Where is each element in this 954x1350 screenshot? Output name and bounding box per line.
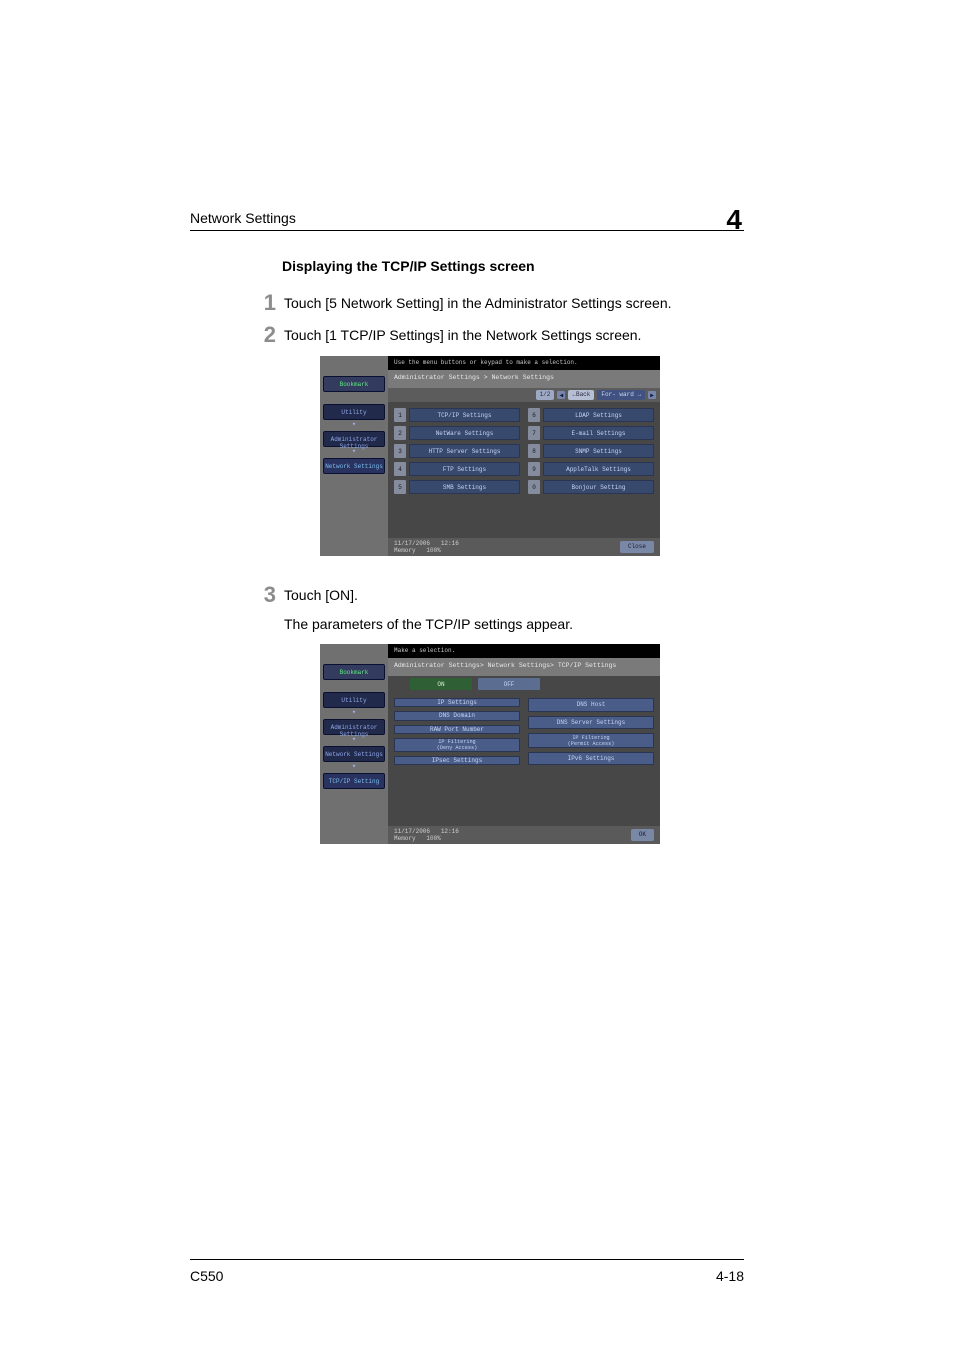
page-indicator: 1/2 — [536, 390, 555, 400]
status-memory-label: Memory — [394, 835, 416, 842]
chevron-down-icon: ▾ — [323, 737, 385, 744]
footer-page-number: 4-18 — [716, 1268, 744, 1284]
step-1-number: 1 — [240, 292, 284, 314]
m1-right-1-button[interactable]: E-mail Settings — [543, 426, 654, 440]
bookmark-tab[interactable]: Bookmark — [323, 664, 385, 680]
m2-right-3-button[interactable]: IPv6 Settings — [528, 752, 654, 766]
sidebar-network-settings[interactable]: Network Settings — [323, 746, 385, 762]
step-3-number: 3 — [240, 584, 284, 606]
chevron-down-icon: ▾ — [323, 710, 385, 717]
status-bar: 11/17/2006 12:16 Memory 100% OK — [388, 826, 660, 844]
m1-left-3-button[interactable]: FTP Settings — [409, 462, 520, 476]
next-page-icon[interactable]: ▶ — [648, 391, 656, 399]
m1-right-3-number: 9 — [528, 462, 540, 476]
m1-right-3-button[interactable]: AppleTalk Settings — [543, 462, 654, 476]
tcpip-settings-screen: Bookmark Utility ▾ Administrator Setting… — [320, 644, 660, 844]
bookmark-tab[interactable]: Bookmark — [323, 376, 385, 392]
status-date: 11/17/2006 — [394, 540, 430, 547]
step-3-subtext: The parameters of the TCP/IP settings ap… — [284, 616, 744, 632]
toggle-bar: ON OFF — [388, 676, 660, 692]
step-2-number: 2 — [240, 324, 284, 346]
chapter-number: 4 — [726, 204, 742, 236]
breadcrumb: Administrator Settings> Network Settings… — [388, 658, 660, 676]
options-area: IP Settings DNS Domain RAW Port Number IP F… — [388, 692, 660, 826]
m1-right-4-button[interactable]: Bonjour Setting — [543, 480, 654, 494]
chevron-down-icon: ▾ — [323, 422, 385, 429]
m1-left-2-button[interactable]: HTTP Server Settings — [409, 444, 520, 458]
header-rule — [190, 230, 744, 231]
page-nav-bar: 1/2 ◀ ←Back For- ward → ▶ — [388, 388, 660, 402]
close-button[interactable]: Close — [620, 541, 654, 553]
footer-rule — [190, 1259, 744, 1260]
status-date: 11/17/2006 — [394, 828, 430, 835]
running-header: Network Settings — [190, 210, 744, 226]
m1-right-0-button[interactable]: LDAP Settings — [543, 408, 654, 422]
step-3: 3 Touch [ON]. — [190, 584, 744, 606]
main-panel: Use the menu buttons or keypad to make a… — [388, 356, 660, 556]
m2-left-1-button[interactable]: DNS Domain — [394, 711, 520, 720]
network-settings-screen: Bookmark Utility ▾ Administrator Setting… — [320, 356, 660, 556]
chevron-down-icon: ▾ — [323, 764, 385, 771]
m1-left-0-number: 1 — [394, 408, 406, 422]
instruction-bar: Make a selection. — [388, 644, 660, 658]
step-2: 2 Touch [1 TCP/IP Settings] in the Netwo… — [190, 324, 744, 346]
side-panel: Bookmark Utility ▾ Administrator Setting… — [320, 644, 388, 844]
m2-left-3-button[interactable]: IP Filtering (Deny Access) — [394, 738, 520, 752]
m1-left-1-number: 2 — [394, 426, 406, 440]
status-bar: 11/17/2006 12:16 Memory 100% Close — [388, 538, 660, 556]
status-memory-pct: 100% — [426, 547, 440, 554]
m1-right-2-button[interactable]: SNMP Settings — [543, 444, 654, 458]
m1-left-0-button[interactable]: TCP/IP Settings — [409, 408, 520, 422]
status-time: 12:16 — [441, 540, 459, 547]
footer-model: C550 — [190, 1268, 223, 1284]
m1-left-2-number: 3 — [394, 444, 406, 458]
step-2-text: Touch [1 TCP/IP Settings] in the Network… — [284, 324, 744, 346]
m1-left-4-number: 5 — [394, 480, 406, 494]
sidebar-admin-settings[interactable]: Administrator Settings — [323, 431, 385, 447]
step-1-text: Touch [5 Network Setting] in the Adminis… — [284, 292, 744, 314]
m1-right-0-number: 6 — [528, 408, 540, 422]
m1-left-4-button[interactable]: SMB Settings — [409, 480, 520, 494]
status-memory-pct: 100% — [426, 835, 440, 842]
m2-left-2-button[interactable]: RAW Port Number — [394, 725, 520, 734]
m1-right-2-number: 8 — [528, 444, 540, 458]
prev-page-icon[interactable]: ◀ — [557, 391, 565, 399]
sidebar-admin-settings[interactable]: Administrator Settings — [323, 719, 385, 735]
section-title: Displaying the TCP/IP Settings screen — [282, 258, 744, 274]
status-memory-label: Memory — [394, 547, 416, 554]
chevron-down-icon: ▾ — [323, 449, 385, 456]
m2-right-0-button[interactable]: DNS Host — [528, 698, 654, 712]
m1-right-4-number: 0 — [528, 480, 540, 494]
m1-left-3-number: 4 — [394, 462, 406, 476]
status-time: 12:16 — [441, 828, 459, 835]
m1-right-1-number: 7 — [528, 426, 540, 440]
side-panel: Bookmark Utility ▾ Administrator Setting… — [320, 356, 388, 556]
breadcrumb: Administrator Settings > Network Setting… — [388, 370, 660, 388]
forward-button[interactable]: For- ward → — [597, 390, 645, 400]
step-1: 1 Touch [5 Network Setting] in the Admin… — [190, 292, 744, 314]
instruction-bar: Use the menu buttons or keypad to make a… — [388, 356, 660, 370]
options-area: 1TCP/IP Settings2NetWare Settings3HTTP S… — [388, 402, 660, 538]
ok-button[interactable]: OK — [631, 829, 654, 841]
on-toggle[interactable]: ON — [410, 678, 472, 690]
m2-left-4-button[interactable]: IPsec Settings — [394, 756, 520, 765]
sidebar-network-settings[interactable]: Network Settings — [323, 458, 385, 474]
m2-right-1-button[interactable]: DNS Server Settings — [528, 716, 654, 730]
sidebar-utility[interactable]: Utility — [323, 692, 385, 708]
sidebar-tcpip-setting[interactable]: TCP/IP Setting — [323, 773, 385, 789]
back-button[interactable]: ←Back — [568, 390, 594, 400]
off-toggle[interactable]: OFF — [478, 678, 540, 690]
m2-right-2-button[interactable]: IP Filtering (Permit Access) — [528, 733, 654, 748]
sidebar-utility[interactable]: Utility — [323, 404, 385, 420]
step-3-text: Touch [ON]. — [284, 584, 744, 606]
m1-left-1-button[interactable]: NetWare Settings — [409, 426, 520, 440]
m2-left-0-button[interactable]: IP Settings — [394, 698, 520, 707]
main-panel: Make a selection. Administrator Settings… — [388, 644, 660, 844]
